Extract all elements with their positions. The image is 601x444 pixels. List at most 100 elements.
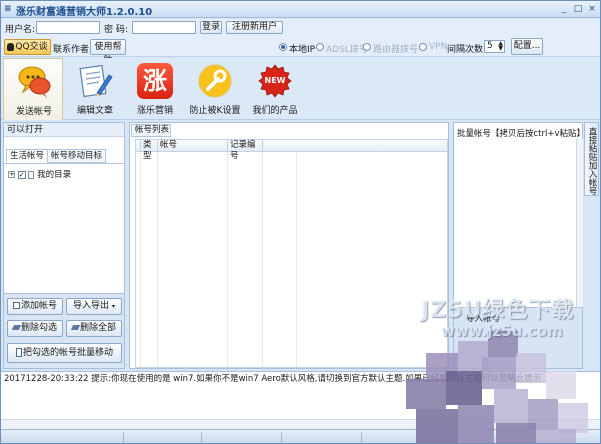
radio-vpn[interactable] <box>419 43 427 51</box>
config-button[interactable]: 配置... <box>511 38 543 55</box>
zhang-logo-icon: 涨 <box>137 63 173 99</box>
close-icon[interactable]: × <box>585 3 599 15</box>
interval-label: 间隔次数 <box>447 45 484 55</box>
column-record-id[interactable]: 记录编号 <box>228 140 263 161</box>
batch-move-label: 把勾选的帐号批量移动 <box>22 348 113 358</box>
vertical-scrollbar[interactable] <box>576 139 583 307</box>
radio-adsl-label: ADSL拨号 <box>326 45 368 55</box>
main-tool-bar: 发送帐号 编辑文章 涨 涨乐营销 防止被K设置 NEW 我们的产品 <box>1 58 600 120</box>
tab-life-accounts[interactable]: 生活帐号 <box>6 149 49 163</box>
eraser-icon <box>70 325 81 330</box>
radio-vpn-label: VPN <box>429 42 448 52</box>
tab-account-list[interactable]: 帐号列表 <box>131 124 171 137</box>
directory-tree: + ✓ 我的目录 <box>4 163 124 293</box>
app-menu-icon[interactable]: ≡ <box>4 4 14 14</box>
password-field[interactable] <box>132 21 196 34</box>
move-icon <box>15 348 22 357</box>
grid-col-line <box>262 152 263 367</box>
radio-local-ip-label: 本地IP <box>289 45 316 55</box>
wrench-icon <box>198 64 232 98</box>
grid-col-line <box>227 152 228 367</box>
account-tree-panel: 可以打开 生活帐号 帐号移动目标 + ✓ 我的目录 添加帐号 导入导出 ▾ 删除… <box>3 122 125 369</box>
zhang-logo-glyph: 涨 <box>143 67 167 95</box>
add-account-button[interactable]: 添加帐号 <box>7 298 63 315</box>
tool-our-products-label: 我们的产品 <box>252 106 298 116</box>
tool-send-accounts[interactable]: 发送帐号 <box>3 58 63 120</box>
tab-move-target[interactable]: 帐号移动目标 <box>47 149 107 163</box>
account-list-panel: 帐号列表 类型 帐号 记录编号 <box>129 122 449 369</box>
grid-col-line <box>157 152 158 367</box>
radio-local-ip[interactable] <box>279 43 287 51</box>
tab-paste-accounts[interactable]: 直接粘贴加入帐号 <box>584 122 599 196</box>
pixelated-overlay <box>406 331 588 443</box>
grid-header: 类型 帐号 记录编号 <box>136 140 447 161</box>
interval-spinner[interactable]: 5 ▲ ▼ <box>484 40 505 53</box>
login-button[interactable]: 登录 <box>200 21 222 34</box>
batch-move-button[interactable]: 把勾选的帐号批量移动 <box>7 343 122 363</box>
import-export-button[interactable]: 导入导出 ▾ <box>66 298 122 315</box>
batch-accounts-textarea[interactable] <box>454 139 576 307</box>
spinner-arrows-icon[interactable]: ▲ ▼ <box>498 41 503 52</box>
watermark-text: JZ5U绿色下载 <box>421 298 575 323</box>
contact-author-link[interactable]: 联系作者 <box>53 42 89 55</box>
status-divider <box>201 432 202 443</box>
tool-edit-article-label: 编辑文章 <box>76 106 113 116</box>
settings-toolbar: QQ交谈 联系作者 使用帮助 本地IP ADSL拨号 路由器拨号 VPN 间隔次… <box>1 36 600 66</box>
import-export-label: 导入导出 <box>73 301 110 311</box>
document-icon <box>28 170 35 179</box>
radio-adsl[interactable] <box>316 43 324 51</box>
watermark-url: www.jz5u.com <box>441 322 563 340</box>
qq-chat-button[interactable]: QQ交谈 <box>4 39 51 55</box>
tool-our-products[interactable]: NEW 我们的产品 <box>245 58 305 118</box>
dropdown-arrow-icon: ▾ <box>111 303 115 310</box>
tool-anti-ban-settings[interactable]: 防止被K设置 <box>185 58 245 118</box>
delete-checked-button[interactable]: 删除勾选 <box>7 320 63 337</box>
radio-router-label: 路由器拨号 <box>373 45 419 55</box>
tool-anti-ban-settings-label: 防止被K设置 <box>189 106 241 116</box>
status-divider <box>361 432 362 443</box>
edit-document-icon <box>79 64 113 98</box>
left-panel-header: 可以打开 <box>4 123 124 137</box>
chat-bubbles-icon <box>18 66 51 98</box>
help-button[interactable]: 使用帮助 <box>90 39 126 66</box>
account-actions: 添加帐号 导入导出 ▾ 删除勾选 删除全部 把勾选的帐号批量移动 <box>4 293 124 368</box>
login-bar: 用户名: 密 码: 登录 注册新用户 <box>1 19 600 36</box>
qq-chat-label: QQ交谈 <box>15 42 48 52</box>
maximize-icon[interactable]: □ <box>571 3 585 15</box>
column-account[interactable]: 帐号 <box>158 140 228 152</box>
interval-value: 5 <box>487 41 493 51</box>
expand-icon[interactable]: + <box>8 171 15 178</box>
delete-all-label: 删除全部 <box>79 323 116 333</box>
qq-penguin-icon <box>7 42 15 51</box>
add-account-icon <box>12 302 20 309</box>
add-account-label: 添加帐号 <box>20 301 57 311</box>
minimize-icon[interactable]: _ <box>557 3 571 15</box>
tree-item-my-directory[interactable]: + ✓ 我的目录 <box>8 168 71 180</box>
tree-item-checkbox[interactable]: ✓ <box>17 170 26 179</box>
batch-accounts-header: 批量帐号【拷贝后按ctrl+v粘贴】 <box>457 129 586 139</box>
username-label: 用户名: <box>5 25 36 35</box>
account-grid[interactable]: 类型 帐号 记录编号 <box>135 139 448 368</box>
tool-edit-article[interactable]: 编辑文章 <box>65 58 125 118</box>
title-bar[interactable]: ≡ 涨乐财富通营销大师1.2.0.10 _ □ × <box>1 1 600 18</box>
status-divider <box>123 432 124 443</box>
tool-zhangle-marketing[interactable]: 涨 涨乐营销 <box>125 58 185 118</box>
username-field[interactable] <box>36 21 100 34</box>
radio-router[interactable] <box>363 43 371 51</box>
register-button[interactable]: 注册新用户 <box>226 21 283 34</box>
tool-send-accounts-label: 发送帐号 <box>15 107 52 117</box>
window-title: 涨乐财富通营销大师1.2.0.10 <box>16 7 153 18</box>
status-divider <box>281 432 282 443</box>
eraser-icon <box>11 325 22 330</box>
tool-zhangle-marketing-label: 涨乐营销 <box>136 106 173 116</box>
tree-item-label: 我的目录 <box>37 170 72 180</box>
delete-checked-label: 删除勾选 <box>20 323 57 333</box>
left-panel-tabs: 生活帐号 帐号移动目标 <box>4 149 124 163</box>
grid-col-line <box>296 152 297 367</box>
column-type[interactable]: 类型 <box>141 140 158 161</box>
delete-all-button[interactable]: 删除全部 <box>66 320 122 337</box>
app-window: ≡ 涨乐财富通营销大师1.2.0.10 _ □ × 用户名: 密 码: 登录 注… <box>0 0 601 444</box>
password-label: 密 码: <box>104 25 128 35</box>
new-badge-glyph: NEW <box>264 76 286 85</box>
grid-col-line <box>140 152 141 367</box>
